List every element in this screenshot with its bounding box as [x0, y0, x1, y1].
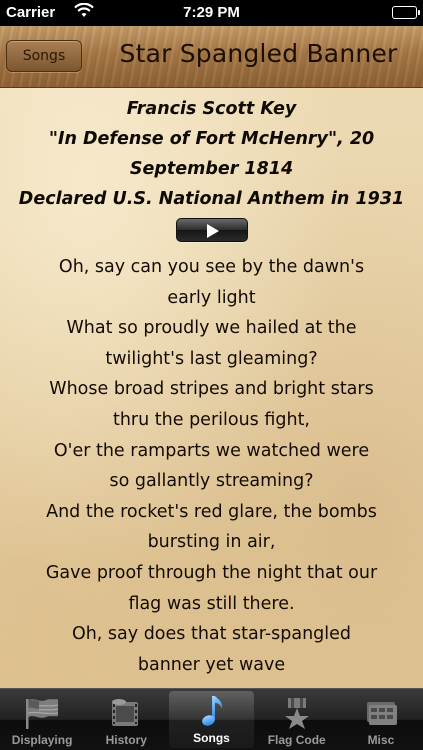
film-strip-icon — [106, 696, 146, 730]
page-title: Star Spangled Banner — [119, 39, 398, 68]
lyric-line: What so proudly we hailed at the — [66, 318, 357, 339]
lyric-line: early light — [167, 287, 256, 308]
lyric-line: O'er the ramparts we watched were — [53, 440, 370, 461]
play-button[interactable] — [175, 218, 248, 242]
tab-label: Songs — [193, 731, 230, 745]
tab-displaying[interactable]: Displaying — [0, 689, 84, 750]
status-time: 7:29 PM — [183, 4, 240, 21]
tab-label: History — [105, 733, 147, 747]
lyric-line: thru the perilous fight, — [112, 409, 310, 430]
credit-anthem-note: Declared U.S. National Anthem in 1931 — [18, 189, 405, 209]
lyric-line: Whose broad stripes and bright stars — [49, 379, 374, 400]
tab-label: Misc — [367, 733, 395, 747]
lyric-line: Gave proof through the night that our — [45, 562, 378, 583]
tab-misc[interactable]: Misc — [339, 689, 423, 750]
tab-bar: Displaying History Songs Flag Code Misc — [0, 688, 423, 750]
lyric-line: flag was still there. — [128, 593, 295, 614]
credit-author: Francis Scott Key — [126, 99, 297, 119]
lyric-line: banner yet wave — [137, 654, 286, 675]
song-credits: Francis Scott Key "In Defense of Fort Mc… — [0, 88, 423, 214]
lyric-line: Oh, say can you see by the dawn's — [58, 257, 365, 277]
credit-date: September 1814 — [129, 159, 294, 179]
song-lyrics: Oh, say can you see by the dawn's early … — [0, 252, 423, 680]
tab-history[interactable]: History — [84, 689, 168, 750]
tab-songs[interactable]: Songs — [169, 691, 254, 748]
songs-back-button[interactable]: Songs — [6, 40, 82, 72]
song-content[interactable]: Francis Scott Key "In Defense of Fort Mc… — [0, 88, 423, 688]
lyric-line: And the rocket's red glare, the bombs — [46, 501, 377, 522]
tab-flag-code[interactable]: Flag Code — [255, 689, 339, 750]
music-note-icon — [192, 694, 232, 728]
lyric-line: so gallantly streaming? — [109, 471, 314, 492]
lyric-line: Oh, say does that star-spangled — [71, 624, 352, 645]
lyric-line: twilight's last gleaming? — [105, 348, 318, 369]
navigation-bar: Songs Star Spangled Banner — [0, 26, 423, 88]
tab-label: Flag Code — [267, 733, 326, 747]
tab-label: Displaying — [11, 733, 73, 747]
folder-icon — [361, 696, 401, 730]
credit-original-title: "In Defense of Fort McHenry", 20 — [48, 129, 375, 149]
lyric-line: bursting in air, — [147, 532, 276, 553]
status-bar: Carrier 7:29 PM — [0, 0, 423, 26]
flag-icon — [22, 696, 62, 730]
battery-icon — [392, 6, 420, 19]
star-ribbon-icon — [277, 696, 317, 730]
play-icon — [206, 224, 219, 238]
